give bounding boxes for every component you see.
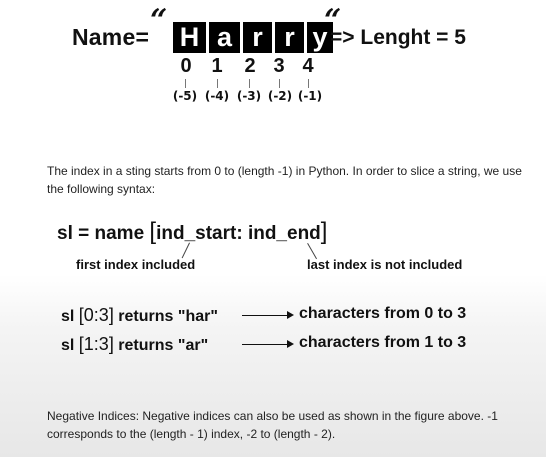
negative-indices-note: Negative Indices: Negative indices can a… xyxy=(47,409,498,441)
index-tick xyxy=(217,79,218,88)
example-code-suffix: returns "har" xyxy=(118,308,218,325)
arrow-right-icon xyxy=(287,340,294,348)
example-code-0: sl [0:3] returns "har" xyxy=(61,305,218,326)
example-arrow-line-0 xyxy=(242,315,288,316)
negative-index-label-1: (-4) xyxy=(204,89,230,103)
negative-index-label-0: (-5) xyxy=(172,89,198,103)
negative-index-label-3: (-2) xyxy=(267,89,293,103)
example-code-bracket: [1:3] xyxy=(78,334,114,354)
arrow-right-icon xyxy=(287,311,294,319)
example-description-0: characters from 0 to 3 xyxy=(299,305,467,322)
example-arrow-line-1 xyxy=(242,344,288,345)
open-quote: “ xyxy=(150,3,168,38)
index-label-2: 2 xyxy=(244,55,256,77)
syntax-bracket-close: ] xyxy=(320,218,328,245)
letter-box-2: r xyxy=(243,22,272,53)
letter-box-0: H xyxy=(173,22,206,53)
syntax-inner: ind_start: ind_end xyxy=(156,223,321,244)
example-code-prefix: sl xyxy=(61,308,75,325)
negative-index-label-4: (-1) xyxy=(297,89,323,103)
example-code-bracket: [0:3] xyxy=(78,305,114,325)
slice-syntax: sl = name [ind_start: ind_end] xyxy=(57,218,327,246)
example-code-1: sl [1:3] returns "ar" xyxy=(61,334,208,355)
example-code-suffix: returns "ar" xyxy=(118,337,209,354)
index-label-4: 4 xyxy=(302,55,314,77)
example-description-1: characters from 1 to 3 xyxy=(299,334,467,351)
letter-box-1: a xyxy=(209,22,240,53)
string-letters: H a r r y xyxy=(173,22,333,53)
intro-paragraph: The index in a sting starts from 0 to (l… xyxy=(47,164,522,196)
index-tick xyxy=(249,79,250,88)
negative-index-label-2: (-3) xyxy=(236,89,262,103)
syntax-prefix: sl = name xyxy=(57,223,145,244)
example-code-prefix: sl xyxy=(61,337,75,354)
index-label-3: 3 xyxy=(273,55,285,77)
index-label-1: 1 xyxy=(211,55,223,77)
index-tick xyxy=(308,79,309,88)
start-index-note: first index included xyxy=(76,257,196,272)
name-label: Name= xyxy=(72,24,150,50)
index-tick xyxy=(185,79,186,88)
index-label-0: 0 xyxy=(180,55,192,77)
letter-box-3: r xyxy=(275,22,304,53)
end-index-note: last index is not included xyxy=(307,257,463,272)
index-tick xyxy=(279,79,280,88)
length-label: => Lenght = 5 xyxy=(330,26,466,49)
